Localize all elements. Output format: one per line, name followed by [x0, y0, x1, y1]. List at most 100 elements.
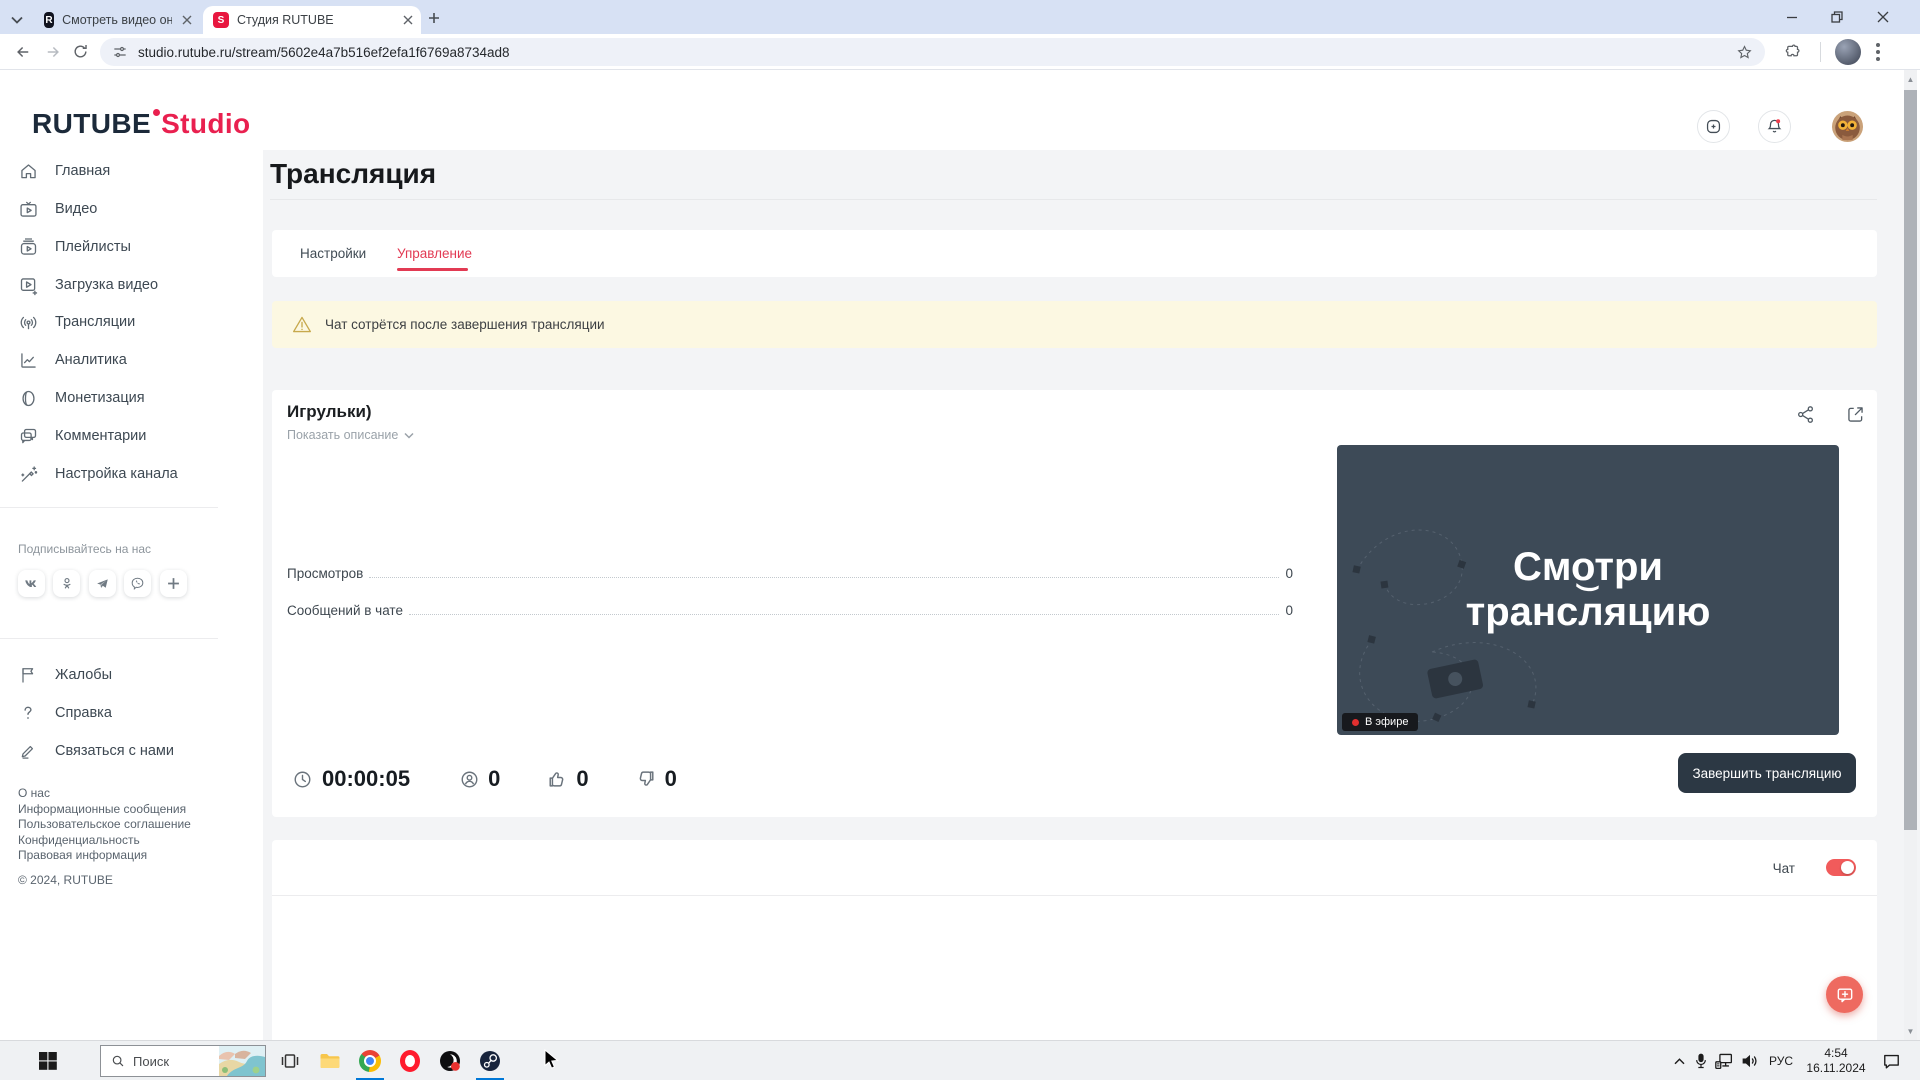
sidebar-item-upload[interactable]: Загрузка видео [0, 272, 255, 298]
stream-live-stats-row: 00:00:05 0 0 0 [292, 766, 677, 792]
site-settings-tune-icon[interactable] [112, 44, 128, 60]
chat-toggle[interactable] [1826, 859, 1856, 876]
forward-icon[interactable] [44, 43, 62, 61]
coin-icon [22, 390, 35, 406]
likes-count: 0 [576, 766, 589, 791]
dislikes-count: 0 [664, 766, 677, 791]
clock-icon [294, 771, 311, 787]
show-description-toggle[interactable]: Показать описание [287, 428, 414, 442]
file-explorer-button[interactable] [316, 1041, 344, 1080]
opera-taskbar-button[interactable] [396, 1041, 424, 1080]
search-highlight-art[interactable] [219, 1046, 265, 1076]
create-stream-button[interactable] [1697, 110, 1730, 143]
browser-tab-1[interactable]: R Смотреть видео онлайн от «S [34, 6, 200, 34]
url-text[interactable]: studio.rutube.ru/stream/5602e4a7b516ef2e… [138, 45, 510, 60]
obs-taskbar-button[interactable] [436, 1041, 464, 1080]
address-bar[interactable]: studio.rutube.ru/stream/5602e4a7b516ef2e… [100, 38, 1765, 66]
tray-chevron-up-icon[interactable] [1668, 1041, 1690, 1080]
language-label: РУС [1768, 1054, 1794, 1068]
magic-wand-icon [21, 465, 38, 482]
window-restore-icon[interactable] [1814, 0, 1859, 34]
footer-link-about[interactable]: О нас [18, 786, 191, 802]
chat-toggle-label: Чат [1772, 861, 1795, 876]
sidebar-item-complaints[interactable]: Жалобы [0, 662, 255, 688]
tray-language-indicator[interactable]: РУС [1765, 1041, 1797, 1080]
footer-link-user-agreement[interactable]: Пользовательское соглашение [18, 817, 191, 833]
share-icon[interactable] [1795, 404, 1816, 430]
scrollbar-down-arrow[interactable]: ▼ [1904, 1024, 1917, 1038]
footer-link-info-messages[interactable]: Информационные сообщения [18, 802, 191, 818]
screen: R Смотреть видео онлайн от «S S Студия R… [0, 0, 1920, 1080]
extensions-puzzle-icon[interactable] [1784, 43, 1802, 61]
new-tab-icon[interactable] [428, 11, 440, 29]
sidebar-item-comments[interactable]: Комментарии [0, 423, 255, 449]
support-widget-button[interactable] [1826, 976, 1863, 1013]
stat-value: 0 [1285, 603, 1293, 618]
window-close-icon[interactable] [1860, 0, 1905, 34]
sidebar-item-playlists[interactable]: Плейлисты [0, 234, 255, 260]
tray-volume-icon[interactable] [1738, 1041, 1762, 1080]
tab-close-icon[interactable] [182, 15, 192, 25]
browser-tab-2-active[interactable]: S Студия RUTUBE [203, 6, 421, 34]
notifications-button[interactable] [1758, 110, 1791, 143]
sidebar-item-contact-us[interactable]: Связаться с нами [0, 738, 255, 764]
scrollbar-up-arrow[interactable]: ▲ [1904, 72, 1917, 86]
stat-row-views: Просмотров 0 [287, 566, 1293, 581]
bell-icon [1767, 119, 1782, 133]
social-telegram-icon[interactable] [89, 570, 116, 597]
taskbar: Поиск РУС 4:54 16.11.2024 [0, 1040, 1920, 1080]
stream-preview[interactable]: Смотри трансляцию ) В эфире [1337, 445, 1839, 735]
subscribe-heading: Подписывайтесь на нас [18, 542, 152, 556]
bookmark-star-icon[interactable] [1736, 44, 1753, 61]
sidebar-item-channel-settings[interactable]: Настройка канала [0, 461, 255, 487]
open-external-icon[interactable] [1845, 404, 1866, 430]
browser-menu-icon[interactable] [1876, 43, 1880, 61]
thumbs-up-icon[interactable] [546, 768, 568, 790]
social-vk-icon[interactable] [18, 570, 45, 597]
window-minimize-icon[interactable] [1769, 0, 1814, 34]
sidebar-item-help[interactable]: Справка [0, 700, 255, 726]
taskbar-search-box[interactable]: Поиск [100, 1045, 266, 1077]
sidebar-item-monetization[interactable]: Монетизация [0, 385, 255, 411]
sidebar-item-analytics[interactable]: Аналитика [0, 347, 255, 373]
sidebar-item-label: Плейлисты [55, 239, 131, 255]
user-avatar-owl[interactable] [1832, 111, 1863, 142]
thumbs-down-icon[interactable] [635, 768, 657, 790]
page-scrollbar-thumb[interactable] [1904, 90, 1917, 830]
task-view-button[interactable] [276, 1041, 304, 1080]
tray-network-icon[interactable] [1712, 1041, 1736, 1080]
viewers-icon [461, 771, 478, 787]
browser-tab-strip: R Смотреть видео онлайн от «S S Студия R… [0, 0, 1920, 34]
rutube-studio-favicon-icon: S [213, 12, 229, 28]
chrome-taskbar-button[interactable] [356, 1041, 384, 1080]
search-placeholder: Поиск [133, 1053, 170, 1069]
action-center-button[interactable] [1876, 1041, 1906, 1080]
footer-link-privacy[interactable]: Конфиденциальность [18, 833, 191, 849]
browser-profile-avatar[interactable] [1835, 39, 1861, 65]
home-icon [21, 163, 36, 178]
steam-taskbar-button[interactable] [476, 1041, 504, 1080]
back-icon[interactable] [14, 43, 32, 61]
start-button[interactable] [36, 1041, 60, 1080]
rutube-studio-logo[interactable]: RUTUBE Studio [32, 108, 251, 140]
reload-icon[interactable] [72, 43, 89, 60]
tray-microphone-icon[interactable] [1690, 1041, 1712, 1080]
tab-settings[interactable]: Настройки [300, 246, 366, 261]
logo-secondary: Studio [161, 108, 251, 139]
sidebar-item-home[interactable]: Главная [0, 158, 255, 184]
social-odnoklassniki-icon[interactable] [53, 570, 80, 597]
tab-close-icon[interactable] [403, 15, 413, 25]
tab-search-chevron-icon[interactable] [10, 12, 24, 30]
sidebar-item-streams[interactable]: Трансляции [0, 309, 255, 335]
logo-primary: RUTUBE [32, 108, 152, 139]
folder-icon [320, 1054, 340, 1068]
footer-link-legal[interactable]: Правовая информация [18, 848, 191, 864]
end-stream-button[interactable]: Завершить трансляцию [1678, 753, 1856, 793]
tab-management-active[interactable]: Управление [397, 246, 472, 261]
social-viber-icon[interactable] [124, 570, 151, 597]
social-more-icon[interactable] [160, 570, 187, 597]
sidebar-item-label: Аналитика [55, 352, 127, 368]
sidebar-item-video[interactable]: Видео [0, 196, 255, 222]
playlists-icon [20, 237, 37, 255]
tray-clock[interactable]: 4:54 16.11.2024 [1800, 1041, 1872, 1080]
